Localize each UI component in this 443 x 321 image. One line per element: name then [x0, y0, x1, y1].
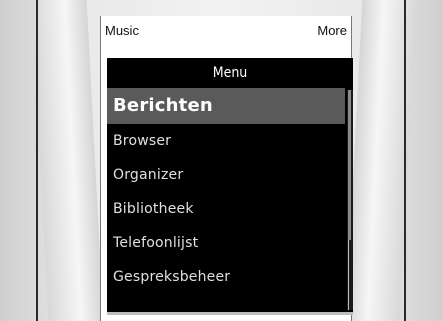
softkey-left-music[interactable]: Music	[105, 23, 139, 38]
softkey-bar: Music More	[101, 16, 351, 44]
menu-item-gespreksbeheer[interactable]: Gespreksbeheer	[107, 260, 345, 294]
scrollbar-thumb[interactable]	[348, 90, 351, 240]
menu-list: Berichten Browser Organizer Bibliotheek …	[107, 88, 345, 294]
menu-title: Menu	[107, 58, 353, 88]
phone-screen: Music More Menu Berichten Browser Organi…	[100, 16, 353, 321]
menu-item-browser[interactable]: Browser	[107, 124, 345, 158]
menu-item-bibliotheek[interactable]: Bibliotheek	[107, 192, 345, 226]
menu-scrollbar[interactable]	[347, 90, 353, 310]
menu-item-telefoonlijst[interactable]: Telefoonlijst	[107, 226, 345, 260]
menu-bottom-edge	[107, 312, 353, 315]
frame-edge-left	[36, 0, 38, 321]
menu-item-organizer[interactable]: Organizer	[107, 158, 345, 192]
frame-edge-right	[404, 0, 406, 321]
softkey-right-more[interactable]: More	[317, 23, 347, 38]
menu-panel: Menu Berichten Browser Organizer Bibliot…	[107, 58, 353, 315]
menu-item-berichten[interactable]: Berichten	[107, 88, 345, 124]
